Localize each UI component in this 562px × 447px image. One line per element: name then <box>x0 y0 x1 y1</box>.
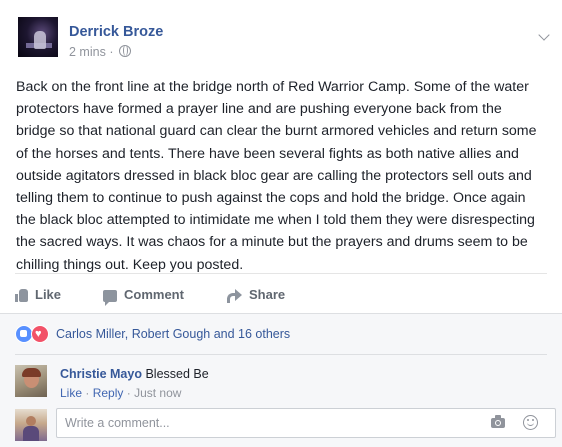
smiley-icon[interactable] <box>523 415 538 430</box>
comment-text-line: Christie Mayo Blessed Be <box>60 367 209 381</box>
avatar-graphic-hair <box>22 368 41 377</box>
comments-section: Carlos Miller, Robert Gough and 16 other… <box>0 313 562 447</box>
share-button[interactable]: Share <box>227 287 286 303</box>
comment-button[interactable]: Comment <box>103 287 184 306</box>
comment-like-link[interactable]: Like <box>60 386 82 400</box>
commenter-avatar[interactable] <box>15 365 47 397</box>
reactions-summary[interactable]: Carlos Miller, Robert Gough and 16 other… <box>56 327 290 341</box>
commenter-name[interactable]: Christie Mayo <box>60 367 142 381</box>
comment-separator: · <box>126 386 131 400</box>
comment-composer <box>15 408 556 442</box>
comment-actions: Like · Reply · Just now <box>60 386 181 400</box>
avatar-graphic <box>23 426 39 441</box>
comment-time[interactable]: Just now <box>134 386 181 400</box>
post-header: Derrick Broze 2 mins · <box>15 13 562 63</box>
post-text: Back on the front line at the bridge nor… <box>16 79 537 273</box>
globe-icon[interactable] <box>118 45 131 57</box>
comment-item: Christie Mayo Blessed Be Like · Reply · … <box>15 364 547 408</box>
post-timestamp[interactable]: 2 mins <box>69 45 106 59</box>
avatar-graphic-figure <box>34 31 46 49</box>
thumbs-up-icon <box>15 289 28 302</box>
comment-body: Blessed Be <box>145 367 209 381</box>
comment-input[interactable] <box>56 408 556 438</box>
author-avatar[interactable] <box>18 17 58 57</box>
comment-label: Comment <box>124 287 184 302</box>
post-meta: 2 mins · <box>69 45 131 59</box>
camera-icon[interactable] <box>491 415 505 428</box>
like-label: Like <box>35 287 62 302</box>
like-button[interactable]: Like <box>15 287 61 302</box>
divider <box>15 273 547 274</box>
love-reaction-icon <box>31 325 49 343</box>
current-user-avatar <box>15 409 47 441</box>
chevron-down-icon[interactable] <box>538 29 550 41</box>
avatar-graphic-face <box>26 416 36 426</box>
share-label: Share <box>249 287 286 302</box>
comment-separator: · <box>85 386 90 400</box>
divider <box>15 354 547 355</box>
comment-reply-link[interactable]: Reply <box>93 386 124 400</box>
author-name[interactable]: Derrick Broze <box>69 24 163 40</box>
comment-icon <box>103 290 117 306</box>
reactions-bar[interactable]: Carlos Miller, Robert Gough and 16 other… <box>0 314 562 354</box>
meta-separator: · <box>109 45 114 59</box>
share-arrow-icon <box>227 289 242 303</box>
